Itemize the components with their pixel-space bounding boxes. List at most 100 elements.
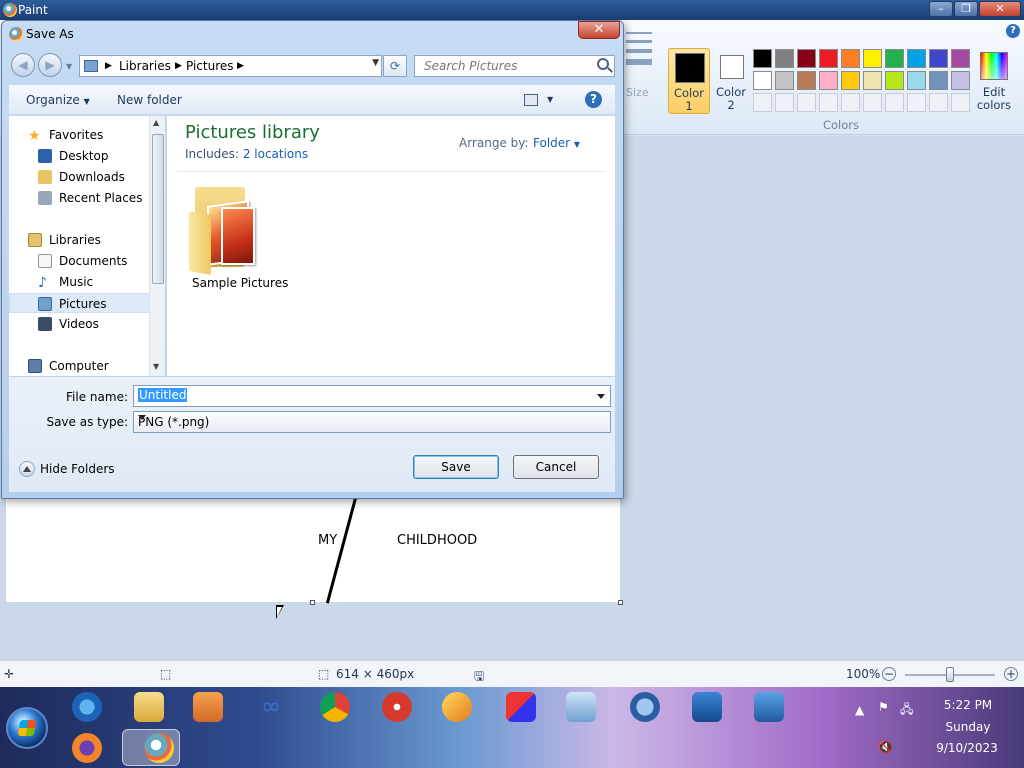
paint-icon[interactable] bbox=[144, 733, 174, 763]
breadcrumb-chevron-icon[interactable]: ▶ bbox=[237, 61, 244, 71]
palette-swatch[interactable] bbox=[841, 71, 860, 90]
palette-swatch[interactable] bbox=[797, 71, 816, 90]
palette-swatch[interactable] bbox=[775, 49, 794, 68]
nav-videos[interactable]: Videos bbox=[9, 314, 157, 334]
canvas-resize-handle-corner[interactable] bbox=[618, 600, 623, 605]
palette-swatch[interactable] bbox=[885, 49, 904, 68]
palette-swatch[interactable] bbox=[819, 49, 838, 68]
nav-pictures[interactable]: Pictures bbox=[9, 293, 157, 313]
nav-documents[interactable]: Documents bbox=[9, 251, 157, 271]
custom-color-slot[interactable] bbox=[907, 93, 926, 112]
clock-time[interactable]: 5:22 PM bbox=[938, 698, 998, 712]
paint-canvas[interactable]: MY CHILDHOOD bbox=[6, 483, 623, 605]
palette-swatch[interactable] bbox=[775, 71, 794, 90]
nav-desktop[interactable]: Desktop bbox=[9, 146, 157, 166]
folder-label[interactable]: Sample Pictures bbox=[192, 276, 288, 290]
firefox-icon[interactable] bbox=[72, 733, 102, 763]
cube-app-icon[interactable] bbox=[506, 692, 536, 722]
custom-color-slot[interactable] bbox=[819, 93, 838, 112]
cancel-button[interactable]: Cancel bbox=[513, 455, 599, 479]
arrange-by-dropdown[interactable]: Folder ▼ bbox=[533, 136, 580, 150]
custom-color-slot[interactable] bbox=[863, 93, 882, 112]
tray-expand-icon[interactable]: ▲ bbox=[855, 703, 864, 717]
palette-swatch[interactable] bbox=[753, 71, 772, 90]
game-app2-icon[interactable] bbox=[442, 692, 472, 722]
network-app-icon[interactable] bbox=[754, 692, 784, 722]
palette-swatch[interactable] bbox=[841, 49, 860, 68]
file-name-input[interactable]: Untitled bbox=[133, 385, 611, 407]
palette-swatch[interactable] bbox=[863, 71, 882, 90]
breadcrumb-chevron-icon[interactable]: ▶ bbox=[175, 61, 182, 71]
chrome-icon[interactable] bbox=[320, 692, 350, 722]
zoom-slider-thumb[interactable] bbox=[946, 667, 954, 682]
computer-app-icon[interactable] bbox=[692, 692, 722, 722]
canvas-resize-handle-bottom[interactable] bbox=[310, 600, 315, 605]
nav-libraries[interactable]: Libraries bbox=[9, 230, 157, 250]
file-name-dropdown-icon[interactable] bbox=[597, 394, 605, 399]
save-type-select[interactable]: PNG (*.png) bbox=[133, 411, 611, 433]
scroll-down-icon[interactable]: ▼ bbox=[153, 362, 159, 371]
infinity-app-icon[interactable]: ∞ bbox=[256, 692, 286, 722]
custom-color-slot[interactable] bbox=[929, 93, 948, 112]
zoom-out-button[interactable]: − bbox=[882, 667, 896, 681]
nav-recent-places[interactable]: Recent Places bbox=[9, 188, 157, 208]
color1-selector[interactable]: Color 1 bbox=[668, 48, 710, 114]
palette-swatch[interactable] bbox=[907, 71, 926, 90]
file-explorer-icon[interactable] bbox=[134, 692, 164, 722]
view-options-icon[interactable] bbox=[524, 94, 538, 106]
color2-selector[interactable]: Color 2 bbox=[712, 48, 750, 114]
palette-swatch[interactable] bbox=[863, 49, 882, 68]
recent-pages-dropdown[interactable]: ▼ bbox=[66, 62, 72, 71]
nav-scrollbar[interactable]: ▲ ▼ bbox=[149, 116, 165, 376]
save-type-dropdown-icon[interactable] bbox=[138, 415, 146, 420]
help-icon[interactable]: ? bbox=[1006, 24, 1020, 38]
dialog-close-button[interactable]: ✕ bbox=[578, 21, 620, 39]
custom-color-slot[interactable] bbox=[885, 93, 904, 112]
clock-date[interactable]: 9/10/2023 bbox=[932, 741, 1002, 755]
forward-button[interactable]: ▶ bbox=[38, 53, 62, 77]
palette-swatch[interactable] bbox=[819, 71, 838, 90]
custom-color-slot[interactable] bbox=[775, 93, 794, 112]
back-button[interactable]: ◀ bbox=[11, 53, 35, 77]
zoom-in-button[interactable]: + bbox=[1004, 667, 1018, 681]
dialog-help-icon[interactable]: ? bbox=[585, 91, 602, 108]
address-dropdown-icon[interactable]: ▼ bbox=[372, 58, 379, 68]
scroll-up-icon[interactable]: ▲ bbox=[153, 118, 159, 127]
locations-link[interactable]: 2 locations bbox=[243, 147, 308, 161]
paint-close-button[interactable]: ✕ bbox=[979, 1, 1021, 17]
custom-color-slot[interactable] bbox=[753, 93, 772, 112]
nav-downloads[interactable]: Downloads bbox=[9, 167, 157, 187]
size-tool[interactable]: Size bbox=[624, 30, 656, 110]
palette-swatch[interactable] bbox=[885, 71, 904, 90]
search-app-icon[interactable] bbox=[566, 692, 596, 722]
media-center-icon[interactable] bbox=[630, 692, 660, 722]
scrollbar-thumb[interactable] bbox=[152, 134, 164, 284]
breadcrumb-chevron-icon[interactable]: ▶ bbox=[105, 61, 112, 71]
palette-swatch[interactable] bbox=[797, 49, 816, 68]
volume-muted-icon[interactable]: 🔇 bbox=[878, 740, 893, 754]
custom-color-slot[interactable] bbox=[797, 93, 816, 112]
palette-swatch[interactable] bbox=[929, 49, 948, 68]
nav-music[interactable]: ♪ Music bbox=[9, 272, 157, 292]
media-player-icon[interactable] bbox=[193, 692, 223, 722]
nav-favorites[interactable]: ★ Favorites bbox=[9, 125, 157, 145]
palette-swatch[interactable] bbox=[929, 71, 948, 90]
paint-app-icon[interactable] bbox=[3, 3, 17, 17]
custom-color-slot[interactable] bbox=[951, 93, 970, 112]
organize-button[interactable]: Organize ▼ bbox=[26, 93, 90, 107]
file-name-value[interactable]: Untitled bbox=[138, 388, 188, 402]
minimize-button[interactable]: – bbox=[929, 1, 953, 17]
search-input[interactable] bbox=[422, 58, 592, 74]
view-dropdown-icon[interactable]: ▼ bbox=[547, 95, 553, 104]
refresh-button[interactable]: ⟳ bbox=[383, 55, 407, 77]
breadcrumb-libraries[interactable]: Libraries bbox=[119, 59, 171, 73]
palette-swatch[interactable] bbox=[907, 49, 926, 68]
palette-swatch[interactable] bbox=[951, 71, 970, 90]
sample-pictures-folder[interactable] bbox=[189, 181, 269, 281]
address-bar[interactable]: ▶ Libraries ▶ Pictures ▶ ▼ bbox=[79, 55, 382, 77]
palette-swatch[interactable] bbox=[753, 49, 772, 68]
custom-color-slot[interactable] bbox=[841, 93, 860, 112]
nav-computer[interactable]: Computer bbox=[9, 356, 157, 376]
edit-colors-button[interactable]: Edit colors bbox=[975, 48, 1013, 114]
save-button[interactable]: Save bbox=[413, 455, 499, 479]
